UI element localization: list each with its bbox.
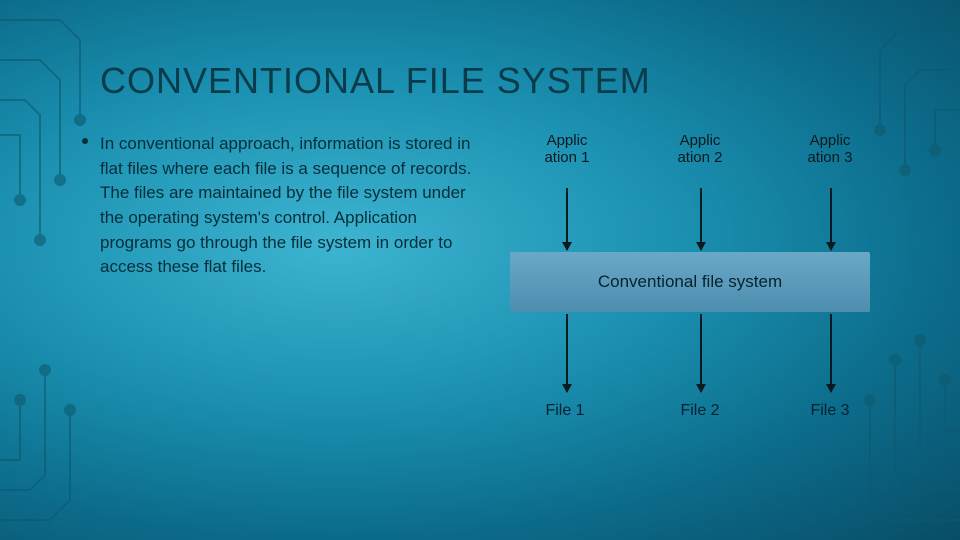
diagram: Applic ation 1 Applic ation 2 Applic ati… bbox=[510, 132, 860, 492]
slide: CONVENTIONAL FILE SYSTEM In conventional… bbox=[0, 0, 960, 540]
application-box-3: Applic ation 3 bbox=[795, 132, 865, 166]
arrow-app2-to-fs bbox=[700, 188, 702, 250]
arrow-fs-to-file3 bbox=[830, 314, 832, 392]
file-label-1: File 1 bbox=[535, 402, 595, 420]
arrow-fs-to-file2 bbox=[700, 314, 702, 392]
file-system-box: Conventional file system bbox=[510, 252, 870, 312]
bullet-icon bbox=[82, 138, 88, 144]
arrow-app1-to-fs bbox=[566, 188, 568, 250]
bullet-text: In conventional approach, information is… bbox=[100, 134, 471, 276]
application-box-2: Applic ation 2 bbox=[665, 132, 735, 166]
content-columns: In conventional approach, information is… bbox=[100, 132, 860, 492]
application-box-1: Applic ation 1 bbox=[532, 132, 602, 166]
file-label-3: File 3 bbox=[800, 402, 860, 420]
bullet-text-block: In conventional approach, information is… bbox=[100, 132, 480, 492]
arrow-app3-to-fs bbox=[830, 188, 832, 250]
arrow-fs-to-file1 bbox=[566, 314, 568, 392]
slide-title: CONVENTIONAL FILE SYSTEM bbox=[100, 60, 860, 102]
file-label-2: File 2 bbox=[670, 402, 730, 420]
